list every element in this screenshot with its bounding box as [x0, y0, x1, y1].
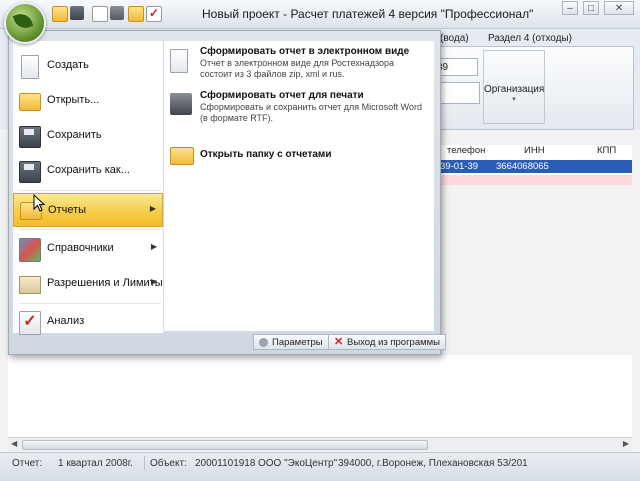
open-folder-icon[interactable] [52, 6, 68, 22]
parameters-label: Параметры [272, 337, 323, 348]
save-icon [19, 126, 41, 148]
menu-item-description: Отчет в электронном виде для Ростехнадзо… [200, 58, 395, 79]
status-report-label: Отчет: [12, 458, 43, 469]
menu-item-title: Открыть папку с отчетами [200, 149, 332, 160]
print-icon[interactable] [110, 6, 124, 20]
submenu-arrow-icon: ▶ [150, 242, 157, 251]
status-org-name: ООО "ЭкоЦентр" [258, 458, 338, 469]
status-object-value: 20001101918 [195, 458, 256, 469]
menu-item-reference-books[interactable]: Справочники ▶ [13, 232, 163, 266]
menu-divider [19, 303, 161, 304]
organization-button[interactable]: Организация ▾ [483, 50, 545, 124]
main-content-area [8, 355, 632, 450]
menu-item-label: Отчеты [48, 204, 87, 216]
analysis-check-icon[interactable]: ✓ [146, 6, 162, 22]
menu-item-open[interactable]: Открыть... [13, 84, 163, 118]
exit-label: Выход из программы [347, 337, 441, 348]
menu-item-electronic-report[interactable]: Сформировать отчет в электронном виде От… [170, 46, 428, 80]
reference-books-icon [19, 238, 41, 262]
application-menu: Создать Открыть... Сохранить Сохранить к… [8, 30, 447, 355]
analysis-icon: ✓ [19, 311, 41, 335]
maximize-button[interactable]: □ [583, 1, 599, 15]
menu-item-open-reports-folder[interactable]: Открыть папку с отчетами [170, 145, 428, 167]
menu-item-save-as[interactable]: Сохранить как... [13, 154, 163, 188]
window-title: Новый проект - Расчет платежей 4 версия … [202, 7, 534, 21]
new-document-icon [21, 55, 39, 79]
submenu-arrow-icon: ▶ [150, 277, 157, 286]
parameters-button[interactable]: Параметры [253, 334, 329, 350]
permits-icon [19, 276, 41, 294]
menu-divider [19, 190, 161, 191]
menu-item-label: Сохранить [47, 129, 102, 141]
column-header-inn[interactable]: ИНН [524, 145, 545, 159]
app-menu-right-pane: Сформировать отчет в электронном виде От… [164, 41, 434, 331]
save-icon[interactable] [70, 6, 84, 20]
scroll-left-icon[interactable]: ◀ [11, 439, 17, 448]
menu-item-label: Анализ [47, 315, 85, 327]
tab-section-3[interactable]: (вода) [440, 33, 469, 44]
open-folder-icon [19, 93, 41, 111]
gear-icon [259, 338, 268, 347]
status-report-value: 1 квартал 2008г. [58, 458, 133, 469]
menu-item-label: Открыть... [47, 94, 100, 106]
printer-icon [170, 93, 192, 115]
menu-item-save[interactable]: Сохранить [13, 119, 163, 153]
electronic-report-icon [170, 49, 188, 73]
print-preview-icon[interactable] [92, 6, 108, 22]
status-object-label: Объект: [150, 458, 187, 469]
title-bar: ✓ Новый проект - Расчет платежей 4 верси… [0, 0, 640, 29]
menu-divider [19, 229, 161, 230]
app-menu-left-pane: Создать Открыть... Сохранить Сохранить к… [13, 41, 164, 335]
submenu-arrow-icon: ▶ [149, 204, 156, 213]
menu-item-create[interactable]: Создать [13, 49, 163, 83]
status-divider [144, 456, 145, 470]
menu-item-label: Создать [47, 59, 89, 71]
tab-section-4[interactable]: Раздел 4 (отходы) [488, 33, 572, 44]
close-icon: ✕ [334, 336, 344, 348]
folder-icon[interactable] [128, 6, 144, 22]
horizontal-scrollbar[interactable]: ◀ ▶ [8, 437, 632, 451]
cell-inn: 3664068065 [496, 161, 549, 172]
table-row[interactable] [436, 175, 632, 185]
exit-button[interactable]: ✕ Выход из программы [328, 334, 447, 350]
menu-item-label: Сохранить как... [47, 164, 130, 176]
mouse-cursor-icon [33, 194, 45, 212]
chevron-down-icon: ▾ [512, 96, 516, 103]
table-row[interactable]: 39-01-39 3664068065 [436, 160, 632, 173]
column-header-phone[interactable]: телефон [447, 145, 485, 159]
column-header-kpp[interactable]: КПП [597, 145, 616, 159]
close-button[interactable]: ✕ [604, 1, 634, 15]
app-logo-icon [12, 10, 34, 32]
scroll-right-icon[interactable]: ▶ [623, 439, 629, 448]
menu-item-title: Сформировать отчет для печати [200, 90, 364, 101]
menu-item-title: Сформировать отчет в электронном виде [200, 46, 410, 57]
menu-item-label: Разрешения и Лимиты [47, 277, 163, 289]
status-bar: Отчет: 1 квартал 2008г. Объект: 20001101… [0, 452, 640, 481]
organization-button-label: Организация [484, 84, 545, 95]
menu-item-label: Справочники [47, 242, 114, 254]
menu-item-analysis[interactable]: ✓ Анализ [13, 305, 163, 339]
menu-item-description: Сформировать и сохранить отчет для Micro… [200, 102, 422, 123]
scrollbar-thumb[interactable] [22, 440, 428, 450]
menu-item-permits[interactable]: Разрешения и Лимиты ▶ [13, 267, 163, 301]
minimize-button[interactable]: – [562, 1, 578, 15]
menu-item-print-report[interactable]: Сформировать отчет для печати Сформирова… [170, 90, 428, 124]
save-as-icon [19, 161, 41, 183]
application-menu-button[interactable] [4, 2, 46, 44]
cell-phone: 39-01-39 [440, 161, 479, 172]
folder-icon [170, 147, 194, 165]
status-address: 394000, г.Воронеж, Плехановская 53/201 [338, 458, 528, 469]
